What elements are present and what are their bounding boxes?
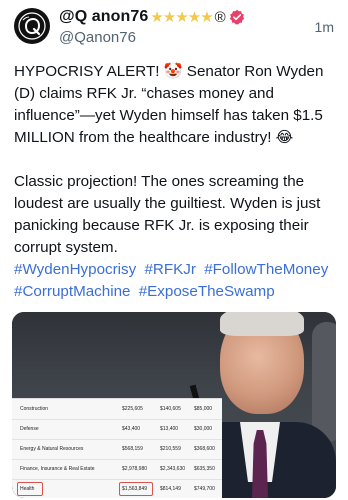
donations-table: Construction $225,605 $140,605 $85,000 D… <box>12 398 222 498</box>
value-cell: $13,400 <box>160 426 179 432</box>
table-row: Defense $43,400 $13,400 $30,000 <box>12 419 222 440</box>
name-line: @Q anon76 ★★★★★ ® <box>59 6 245 28</box>
value-cell: $43,400 <box>122 426 141 432</box>
value-cell: $2,343,630 <box>160 466 186 472</box>
value-cell: $568,159 <box>122 446 143 452</box>
q-logo-avatar-icon[interactable] <box>14 8 50 44</box>
post-paragraph: HYPOCRISY ALERT! 🤡 Senator Ron Wyden (D)… <box>14 63 324 146</box>
hashtag-link[interactable]: #RFKJr <box>144 261 195 278</box>
post-timestamp[interactable]: 1m <box>315 19 334 35</box>
stars-icon: ★★★★★ <box>150 9 213 26</box>
value-cell: $225,605 <box>122 406 143 412</box>
table-row: Health $1,563,849 $814,149 $749,700 <box>12 479 222 498</box>
industry-cell: Construction <box>20 406 49 412</box>
value-cell: $814,149 <box>160 486 181 492</box>
hashtag-link[interactable]: #WydenHypocrisy <box>14 261 136 278</box>
highlight-box <box>17 482 43 496</box>
value-cell: $749,700 <box>194 486 215 492</box>
post-body: HYPOCRISY ALERT! 🤡 Senator Ron Wyden (D)… <box>14 61 339 259</box>
verified-badge-icon <box>229 9 244 25</box>
hashtag-list: #WydenHypocrisy #RFKJr #FollowTheMoney #… <box>14 259 339 303</box>
post-paragraph: Classic projection! The ones screaming t… <box>14 173 321 256</box>
user-handle[interactable]: @Qanon76 <box>59 29 136 46</box>
value-cell: $368,600 <box>194 446 215 452</box>
value-cell: $140,605 <box>160 406 181 412</box>
value-cell: $85,000 <box>194 406 213 412</box>
highlight-box <box>119 482 153 496</box>
table-row: Energy & Natural Resources $568,159 $210… <box>12 439 222 460</box>
hashtag-link[interactable]: #FollowTheMoney <box>204 261 328 278</box>
hashtag-link[interactable]: #CorruptMachine <box>14 283 131 300</box>
table-row: Construction $225,605 $140,605 $85,000 <box>12 399 222 420</box>
senator-hair <box>220 312 304 336</box>
value-cell: $2,978,980 <box>122 466 148 472</box>
value-cell: $635,350 <box>194 466 215 472</box>
industry-cell: Defense <box>20 426 39 432</box>
table-row: Finance, Insurance & Real Estate $2,978,… <box>12 459 222 480</box>
display-name[interactable]: @Q anon76 <box>59 8 148 26</box>
industry-cell: Energy & Natural Resources <box>20 446 84 452</box>
industry-cell: Finance, Insurance & Real Estate <box>20 466 95 472</box>
value-cell: $30,000 <box>194 426 213 432</box>
post-media-image[interactable]: Construction $225,605 $140,605 $85,000 D… <box>12 312 336 498</box>
value-cell: $210,559 <box>160 446 181 452</box>
registered-symbol: ® <box>214 8 226 26</box>
post-header: @Q anon76 ★★★★★ ® @Qanon76 1m <box>0 0 348 56</box>
background-figure <box>312 322 336 442</box>
hashtag-link[interactable]: #ExposeTheSwamp <box>139 283 275 300</box>
